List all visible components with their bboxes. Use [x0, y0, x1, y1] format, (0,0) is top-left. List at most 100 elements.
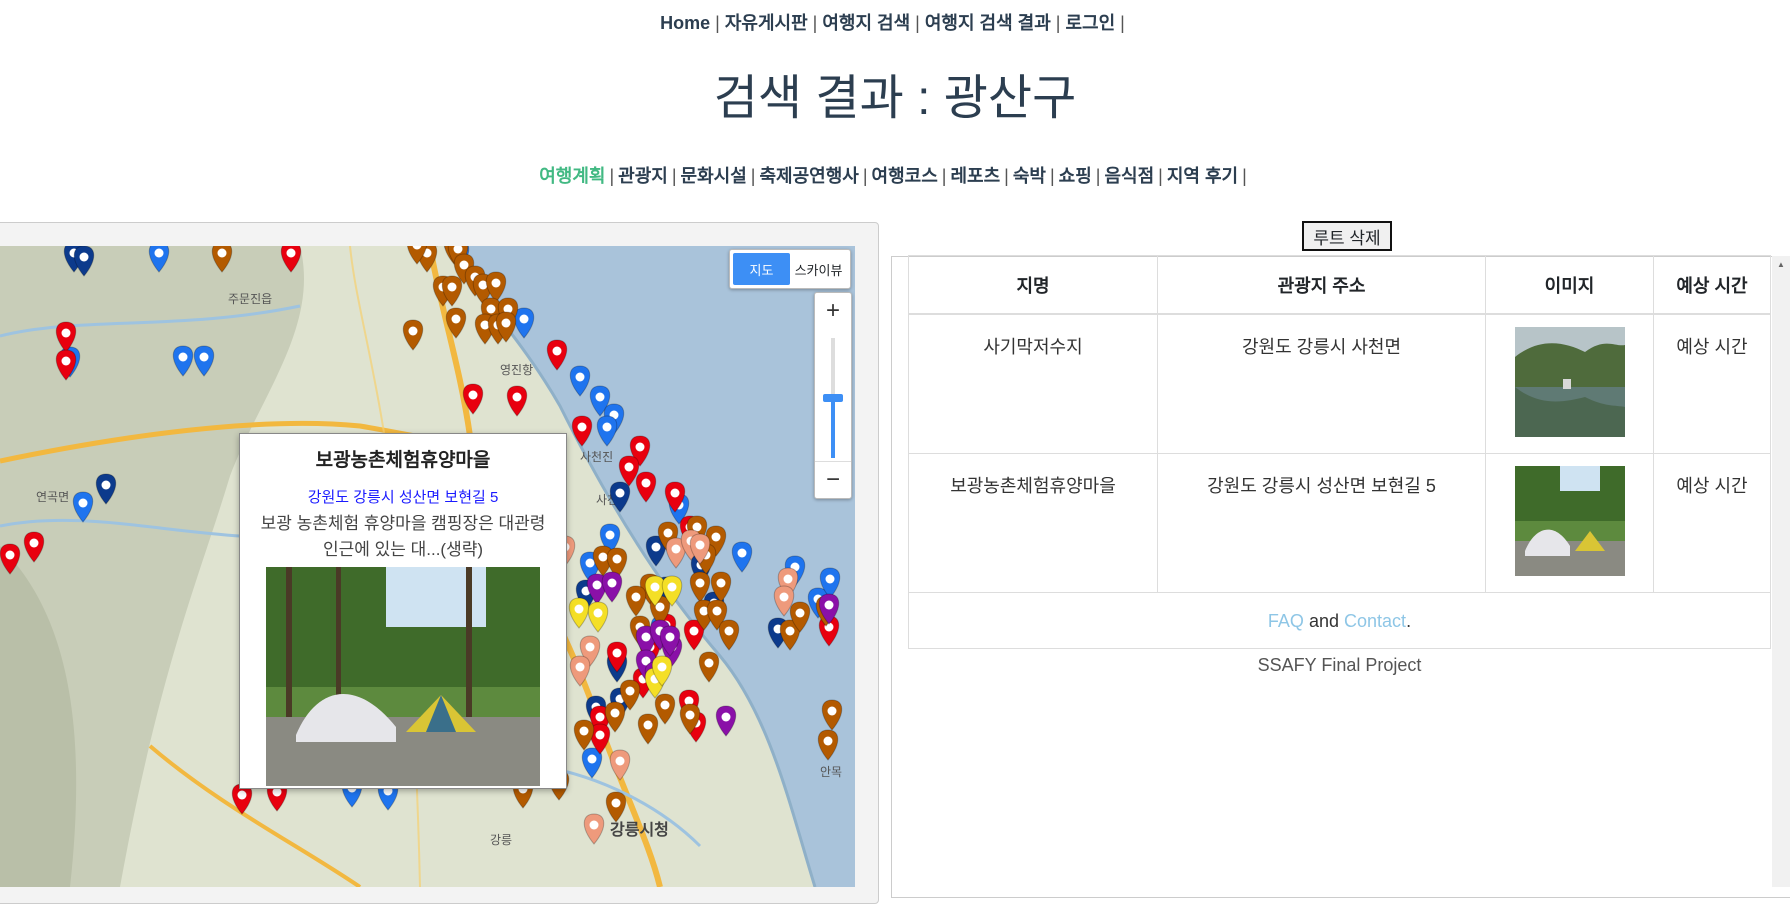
map-marker-dot: [585, 642, 595, 652]
map-marker-dot: [785, 626, 795, 636]
map-marker-dot: [711, 532, 721, 542]
map-marker-dot: [667, 582, 677, 592]
zoom-control: + −: [814, 292, 852, 499]
map-marker-dot: [61, 356, 71, 366]
footer-period: .: [1406, 611, 1412, 631]
map-marker-dot: [574, 604, 584, 614]
category-reviews[interactable]: 지역 후기: [1167, 166, 1238, 186]
map-label: 사천진: [580, 449, 613, 464]
map-type-skyview-button[interactable]: 스카이뷰: [790, 253, 847, 285]
camping-photo-image: [1514, 466, 1625, 576]
map-marker-dot: [237, 790, 247, 800]
map-marker-dot: [825, 574, 835, 584]
contact-link[interactable]: Contact: [1344, 611, 1406, 631]
nav-separator: |: [812, 13, 818, 33]
category-separator: |: [671, 166, 677, 186]
map-marker-dot: [101, 480, 111, 490]
category-restaurant[interactable]: 음식점: [1104, 166, 1154, 186]
zoom-out-button[interactable]: −: [815, 461, 851, 498]
page-title: 검색 결과 : 광산구: [713, 72, 1077, 125]
map-label: 주문진읍: [228, 292, 272, 306]
map-marker-dot: [783, 574, 793, 584]
map-marker-dot: [199, 352, 209, 362]
map-type-roadmap-button[interactable]: 지도: [733, 253, 790, 285]
map-marker-dot: [595, 392, 605, 402]
map-marker-dot: [615, 756, 625, 766]
category-attractions[interactable]: 관광지: [618, 166, 668, 186]
category-separator: |: [862, 166, 868, 186]
footer-links: FAQ and Contact.: [908, 592, 1771, 649]
footer-and-text: and: [1308, 611, 1339, 631]
map-marker-dot: [552, 346, 562, 356]
category-lodging[interactable]: 숙박: [1013, 166, 1046, 186]
map-marker-dot: [451, 314, 461, 324]
map-marker-dot: [625, 686, 635, 696]
category-leports[interactable]: 레포츠: [950, 166, 1000, 186]
map-marker-dot: [610, 708, 620, 718]
map-marker-dot: [5, 550, 15, 560]
map-marker-dot: [823, 736, 833, 746]
map-marker-dot: [468, 390, 478, 400]
map-marker-dot: [624, 462, 634, 472]
nav-results-link[interactable]: 여행지 검색 결과: [925, 13, 1051, 33]
category-shopping[interactable]: 쇼핑: [1059, 166, 1092, 186]
map-marker-dot: [592, 580, 602, 590]
map-marker-dot: [737, 548, 747, 558]
map-marker-dot: [712, 606, 722, 616]
map-marker-dot: [519, 314, 529, 324]
route-panel-scrollbar[interactable]: ▲: [1772, 256, 1790, 887]
zoom-in-button[interactable]: +: [815, 293, 851, 329]
nav-login-link[interactable]: 로그인: [1065, 13, 1115, 33]
route-row[interactable]: 보광농촌체험휴양마을 강원도 강릉시 성산면 보현길 5 예상 시간: [908, 453, 1771, 593]
camping-photo-image: [266, 567, 540, 786]
route-place-image-cell: [1485, 313, 1654, 454]
nav-separator: |: [915, 13, 920, 33]
category-separator: |: [941, 166, 947, 186]
category-travel-plan[interactable]: 여행계획: [539, 166, 605, 186]
map-marker-dot: [824, 600, 834, 610]
map-marker-dot: [685, 710, 695, 720]
map-marker-dot: [660, 700, 670, 710]
info-place-name: 보광농촌체험휴양마을: [315, 450, 491, 471]
category-separator: |: [1242, 166, 1247, 186]
map-marker-dot: [217, 248, 227, 258]
faq-link[interactable]: FAQ: [1268, 611, 1304, 631]
map-marker-dot: [695, 578, 705, 588]
category-course[interactable]: 여행코스: [872, 166, 938, 186]
category-separator: |: [1049, 166, 1055, 186]
map-marker-dot: [611, 798, 621, 808]
map-marker-dot: [607, 578, 617, 588]
nav-board-link[interactable]: 자유게시판: [725, 13, 808, 33]
route-table-footer: FAQ and Contact.: [908, 592, 1771, 649]
nav-home-link[interactable]: Home: [660, 13, 710, 33]
category-festival[interactable]: 축제공연행사: [759, 166, 858, 186]
map-marker-dot: [575, 662, 585, 672]
map-marker-dot: [602, 422, 612, 432]
map-marker-dot: [78, 498, 88, 508]
category-culture[interactable]: 문화시설: [681, 166, 747, 186]
map-marker-dot: [671, 544, 681, 554]
map-marker-dot: [721, 712, 731, 722]
map-marker-dot: [589, 820, 599, 830]
map-marker-dot: [577, 422, 587, 432]
nav-separator: |: [715, 13, 720, 33]
nav-search-link[interactable]: 여행지 검색: [822, 13, 910, 33]
scroll-up-icon[interactable]: ▲: [1772, 256, 1790, 272]
category-separator: |: [1004, 166, 1009, 186]
zoom-slider-handle[interactable]: [823, 394, 843, 402]
map-marker-dot: [650, 582, 660, 592]
map-marker-dot: [512, 392, 522, 402]
map-marker-dot: [670, 488, 680, 498]
place-info-window: 보광농촌체험휴양마을 강원도 강릉시 성산면 보현길 5 보광 농촌체험 휴양마…: [239, 433, 567, 789]
route-row[interactable]: 사기막저수지 강원도 강릉시 사천면 예상 시간: [908, 313, 1771, 454]
map-marker-dot: [631, 592, 641, 602]
route-estimated-time: 예상 시간: [1653, 313, 1771, 454]
category-separator: |: [1158, 166, 1163, 186]
map-marker-dot: [695, 540, 705, 550]
map-marker-dot: [598, 552, 608, 562]
map-marker-dot: [605, 530, 615, 540]
map-marker-dot: [641, 632, 651, 642]
delete-route-button[interactable]: 루트 삭제: [1302, 221, 1392, 251]
map-marker-dot: [447, 282, 457, 292]
map-marker-dot: [635, 442, 645, 452]
